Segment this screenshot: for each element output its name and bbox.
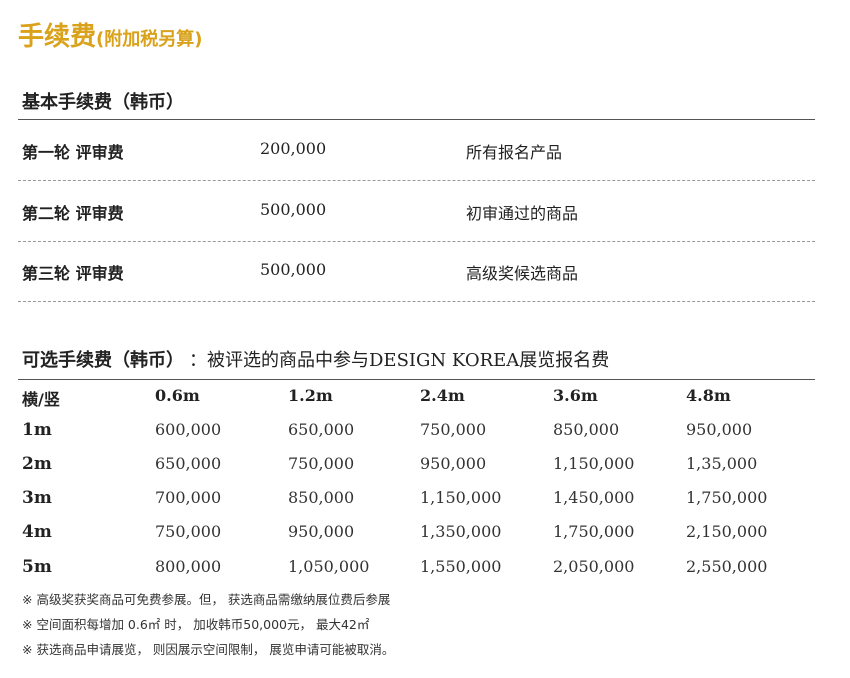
- size-table-row: 4m 750,000 950,000 1,350,000 1,750,000 2…: [0, 522, 850, 552]
- round-fee: 500,000: [260, 260, 327, 279]
- table-cell: 600,000: [155, 420, 222, 439]
- column-header: 2.4m: [420, 386, 465, 405]
- basic-fee-row: 第二轮 评审费 500,000 初审通过的商品: [0, 200, 850, 230]
- title-main: 手续费: [18, 22, 97, 52]
- row-label: 2m: [22, 454, 52, 474]
- table-cell: 1,35,000: [686, 454, 758, 473]
- footnote: ※ 空间面积每增加 0.6㎡ 时， 加收韩币50,000元， 最大42㎡: [22, 617, 370, 632]
- table-cell: 1,550,000: [420, 557, 502, 576]
- table-cell: 2,050,000: [553, 557, 635, 576]
- round-target: 所有报名产品: [466, 143, 563, 162]
- table-cell: 1,750,000: [553, 522, 635, 541]
- row-label: 5m: [22, 557, 52, 577]
- table-cell: 650,000: [155, 454, 222, 473]
- round-label: 第二轮 评审费: [22, 204, 124, 223]
- table-cell: 850,000: [553, 420, 620, 439]
- basic-fee-heading: 基本手续费（韩币）: [22, 92, 184, 113]
- size-table-header: 横/竖 0.6m 1.2m 2.4m 3.6m 4.8m: [0, 386, 850, 416]
- row-divider: [18, 241, 815, 242]
- table-cell: 700,000: [155, 488, 222, 507]
- table-cell: 750,000: [420, 420, 487, 439]
- round-target: 高级奖候选商品: [466, 264, 579, 283]
- round-label: 第三轮 评审费: [22, 264, 124, 283]
- footnote: ※ 获选商品申请展览， 则因展示空间限制， 展览申请可能被取消。: [22, 642, 395, 657]
- optional-fee-heading: 可选手续费（韩币） ：被评选的商品中参与DESIGN KOREA展览报名费: [22, 346, 609, 372]
- table-cell: 650,000: [288, 420, 355, 439]
- optional-top-divider: [18, 379, 815, 380]
- table-cell: 750,000: [288, 454, 355, 473]
- table-cell: 1,750,000: [686, 488, 768, 507]
- round-fee: 500,000: [260, 200, 327, 219]
- size-table-row: 3m 700,000 850,000 1,150,000 1,450,000 1…: [0, 488, 850, 518]
- column-header: 0.6m: [155, 386, 200, 405]
- row-label: 3m: [22, 488, 52, 508]
- page-title: 手续费(附加税另算): [18, 16, 202, 53]
- table-cell: 850,000: [288, 488, 355, 507]
- round-label: 第一轮 评审费: [22, 143, 124, 162]
- row-divider: [18, 301, 815, 302]
- table-cell: 1,150,000: [553, 454, 635, 473]
- size-table-row: 1m 600,000 650,000 750,000 850,000 950,0…: [0, 420, 850, 450]
- table-cell: 950,000: [686, 420, 753, 439]
- corner-label: 横/竖: [22, 390, 60, 409]
- size-table-row: 5m 800,000 1,050,000 1,550,000 2,050,000…: [0, 557, 850, 587]
- optional-fee-note: ：被评选的商品中参与DESIGN KOREA展览报名费: [189, 350, 610, 371]
- table-cell: 1,450,000: [553, 488, 635, 507]
- row-label: 1m: [22, 420, 52, 440]
- table-cell: 2,150,000: [686, 522, 768, 541]
- basic-fee-row: 第一轮 评审费 200,000 所有报名产品: [0, 139, 850, 169]
- size-table-row: 2m 650,000 750,000 950,000 1,150,000 1,3…: [0, 454, 850, 484]
- table-cell: 800,000: [155, 557, 222, 576]
- table-cell: 2,550,000: [686, 557, 768, 576]
- basic-top-divider: [18, 119, 815, 120]
- table-cell: 950,000: [288, 522, 355, 541]
- table-cell: 1,050,000: [288, 557, 370, 576]
- round-target: 初审通过的商品: [466, 204, 579, 223]
- table-cell: 950,000: [420, 454, 487, 473]
- round-fee: 200,000: [260, 139, 327, 158]
- column-header: 4.8m: [686, 386, 731, 405]
- table-cell: 750,000: [155, 522, 222, 541]
- row-label: 4m: [22, 522, 52, 542]
- row-divider: [18, 180, 815, 181]
- optional-fee-title: 可选手续费（韩币）: [22, 350, 175, 371]
- table-cell: 1,350,000: [420, 522, 502, 541]
- title-sub: (附加税另算): [96, 29, 203, 50]
- column-header: 3.6m: [553, 386, 598, 405]
- basic-fee-row: 第三轮 评审费 500,000 高级奖候选商品: [0, 260, 850, 290]
- table-cell: 1,150,000: [420, 488, 502, 507]
- footnote: ※ 高级奖获奖商品可免费参展。但， 获选商品需缴纳展位费后参展: [22, 592, 391, 607]
- column-header: 1.2m: [288, 386, 333, 405]
